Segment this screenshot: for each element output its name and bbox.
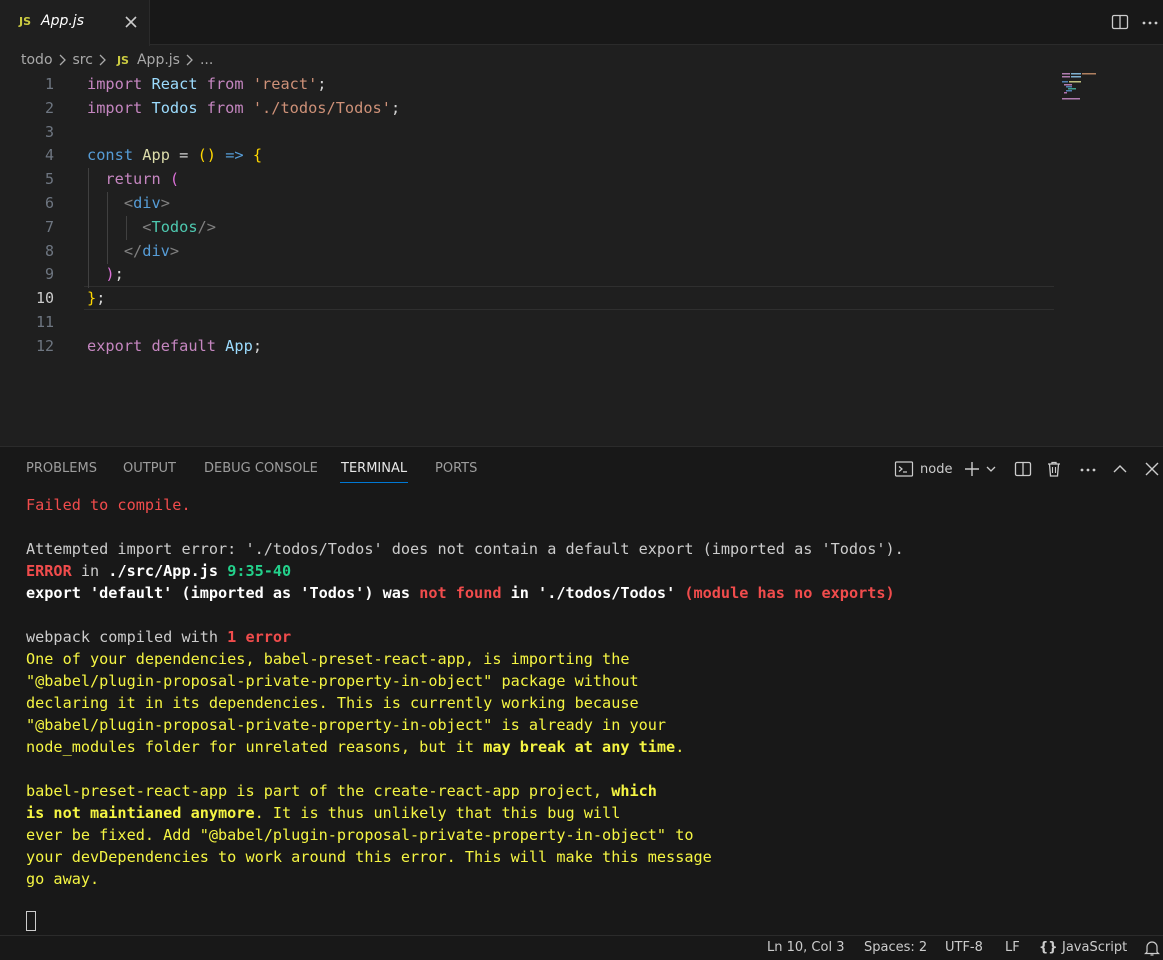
terminal-line: Attempted import error: './todos/Todos' … (26, 540, 904, 558)
code-line[interactable]: 9 ); (0, 262, 1060, 286)
terminal-line: ever be fixed. Add "@babel/plugin-propos… (26, 826, 694, 844)
code-text: }; (87, 289, 106, 308)
code-editor[interactable]: 1 import React from 'react'; 2 import Todos… (0, 72, 1163, 446)
line-number: 11 (35, 313, 54, 331)
terminal-line: One of your dependencies, babel-preset-r… (26, 650, 630, 668)
tab-app-js[interactable]: JS App.js (0, 0, 150, 46)
code-line[interactable]: 11 (0, 310, 1060, 334)
terminal-line: "@babel/plugin-proposal-private-property… (26, 716, 667, 734)
javascript-file-icon: JS (19, 15, 32, 28)
line-number: 7 (44, 217, 54, 236)
terminal-line: your devDependencies to work around this… (26, 848, 712, 866)
code-text: export default App; (87, 336, 263, 355)
breadcrumb-item-file[interactable]: App.js (137, 52, 180, 68)
tab-problems[interactable]: PROBLEMS (26, 461, 97, 476)
more-actions-icon[interactable] (1078, 459, 1098, 479)
more-actions-icon[interactable] (1140, 12, 1160, 32)
split-editor-icon[interactable] (1110, 12, 1130, 32)
status-bar: Ln 10, Col 3 Spaces: 2 UTF-8 LF {} JavaS… (0, 935, 1163, 960)
terminal-output[interactable]: Failed to compile. Attempted import error… (26, 494, 904, 890)
chevron-down-icon[interactable] (984, 459, 998, 479)
code-line[interactable]: 10}; (0, 286, 1060, 310)
minimap[interactable] (1062, 72, 1102, 102)
bottom-panel: PROBLEMS OUTPUT DEBUG CONSOLE TERMINAL P… (0, 446, 1163, 935)
language-braces-icon: {} (1039, 940, 1058, 955)
editor-tab-bar: JS App.js (0, 0, 1163, 46)
terminal-line: webpack compiled with 1 error (26, 628, 292, 646)
tab-debug-console[interactable]: DEBUG CONSOLE (204, 461, 318, 476)
line-number: 10 (35, 289, 54, 308)
chevron-up-icon[interactable] (1110, 459, 1130, 479)
breadcrumb-item-symbols[interactable]: ... (200, 52, 213, 68)
split-terminal-icon[interactable] (1013, 459, 1033, 479)
terminal-cursor (26, 911, 36, 931)
tab-title: App.js (41, 13, 84, 29)
cursor-position[interactable]: Ln 10, Col 3 (767, 940, 844, 955)
terminal-line: ERROR in ./src/App.js 9:35-40 (26, 562, 292, 580)
terminal-shell-label[interactable]: node (920, 462, 952, 477)
code-text: </div> (123, 241, 180, 260)
bell-icon[interactable] (1144, 939, 1160, 957)
code-text: <Todos/> (142, 217, 216, 236)
code-line[interactable]: 7 <Todos/> (0, 215, 1060, 239)
terminal-line: export 'default' (imported as 'Todos') w… (26, 584, 895, 602)
code-line[interactable]: 8 </div> (0, 239, 1060, 263)
code-text: const App = () => { (87, 146, 263, 165)
line-number: 6 (44, 194, 54, 212)
language-mode[interactable]: JavaScript (1062, 940, 1127, 955)
active-tab-indicator (340, 482, 408, 483)
javascript-file-icon: JS (116, 53, 129, 67)
line-number: 4 (44, 146, 54, 165)
code-text: ); (105, 265, 124, 284)
code-text: <div> (123, 194, 170, 212)
breadcrumb-item-src[interactable]: src (73, 52, 93, 68)
terminal-icon[interactable] (894, 459, 914, 479)
close-icon[interactable] (1142, 459, 1162, 479)
terminal-line: go away. (26, 870, 100, 888)
tab-terminal[interactable]: TERMINAL (341, 461, 407, 476)
breadcrumb: todo src JS App.js ... (21, 50, 213, 70)
plus-icon[interactable] (962, 459, 982, 479)
code-text: import Todos from './todos/Todos'; (87, 98, 401, 117)
line-number: 2 (44, 98, 54, 117)
code-line[interactable]: 3 (0, 120, 1060, 144)
close-icon[interactable] (122, 13, 140, 31)
tab-output[interactable]: OUTPUT (123, 461, 176, 476)
code-text: return ( (105, 170, 180, 189)
line-number: 3 (44, 122, 54, 141)
line-number: 5 (44, 170, 54, 189)
code-line[interactable]: 2 import Todos from './todos/Todos'; (0, 96, 1060, 120)
breadcrumb-item-todo[interactable]: todo (21, 52, 53, 68)
line-number: 9 (44, 265, 54, 284)
terminal-line: node_modules folder for unrelated reason… (26, 738, 685, 756)
code-text: import React from 'react'; (87, 75, 327, 93)
terminal-line: babel-preset-react-app is part of the cr… (26, 782, 657, 800)
trash-icon[interactable] (1044, 459, 1064, 479)
encoding[interactable]: UTF-8 (945, 940, 983, 955)
line-number: 8 (44, 241, 54, 260)
code-line[interactable]: 5 return ( (0, 167, 1060, 191)
terminal-line: "@babel/plugin-proposal-private-property… (26, 672, 639, 690)
code-line[interactable]: 6 <div> (0, 191, 1060, 215)
indentation-setting[interactable]: Spaces: 2 (864, 940, 927, 955)
terminal-line: is not maintianed anymore. It is thus un… (26, 804, 621, 822)
terminal-line: Failed to compile. (26, 496, 191, 514)
line-number: 1 (44, 75, 54, 93)
code-line[interactable]: 4 const App = () => { (0, 143, 1060, 167)
end-of-line[interactable]: LF (1005, 940, 1020, 955)
chevron-right-icon (59, 54, 66, 66)
code-line[interactable]: 1 import React from 'react'; (0, 72, 1060, 96)
terminal-line: declaring it in its dependencies. This i… (26, 694, 639, 712)
chevron-right-icon (186, 54, 193, 66)
tab-ports[interactable]: PORTS (435, 461, 477, 476)
line-number: 12 (35, 336, 54, 355)
chevron-right-icon (99, 54, 106, 66)
code-line[interactable]: 12 export default App; (0, 334, 1060, 358)
